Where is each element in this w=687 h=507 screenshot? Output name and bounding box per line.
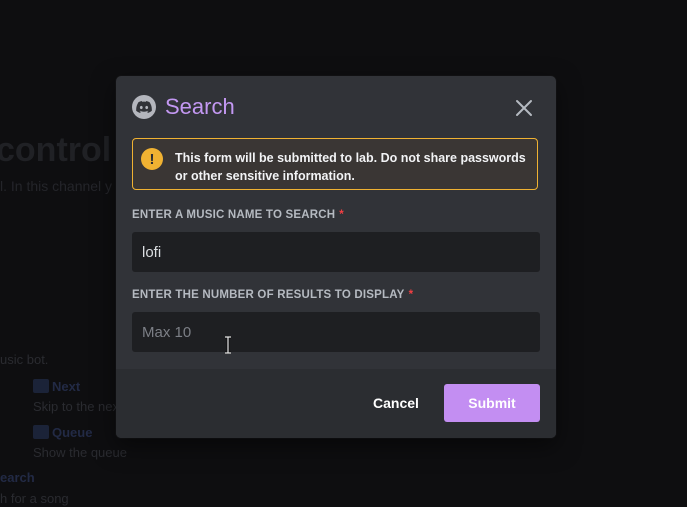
command-description: h for a song [0,491,69,506]
modal-title: Search [165,94,235,119]
submit-button[interactable]: Submit [444,384,540,422]
required-mark: * [408,289,414,301]
search-modal: Search ! This form will be submitted to … [116,76,556,438]
security-warning-banner: ! This form will be submitted to lab. Do… [132,138,538,190]
result-count-label: ENTER THE NUMBER OF RESULTS TO DISPLAY * [132,289,414,301]
background-command-queue: Queue [33,424,92,442]
modal-footer: Cancel Submit [116,369,556,438]
warning-app-name: lab [355,151,374,165]
command-description: Skip to the nex [33,399,119,414]
next-track-icon [33,379,49,393]
command-name: Queue [52,425,93,440]
command-name: Next [52,379,81,394]
music-name-input[interactable] [132,232,540,272]
warning-text: This form will be submitted to lab. Do n… [175,151,526,183]
modal-header: Search [132,94,235,120]
close-button[interactable] [514,98,534,118]
close-icon [516,100,532,116]
cancel-button[interactable]: Cancel [366,384,426,422]
music-note-icon [33,425,49,439]
music-name-label: ENTER A MUSIC NAME TO SEARCH * [132,209,344,221]
result-count-input[interactable] [132,312,540,352]
background-command-search: earch [0,470,35,485]
background-subtitle: l. In this channel y [0,178,113,194]
text-cursor-icon [225,336,231,354]
discord-logo-icon [132,95,156,119]
command-description: Show the queue [33,445,127,460]
required-mark: * [339,209,344,221]
background-music-bot-text: usic bot. [0,352,49,367]
background-command-next: Next [33,378,80,396]
exclamation-icon: ! [141,148,163,170]
background-heading: control [0,131,112,169]
